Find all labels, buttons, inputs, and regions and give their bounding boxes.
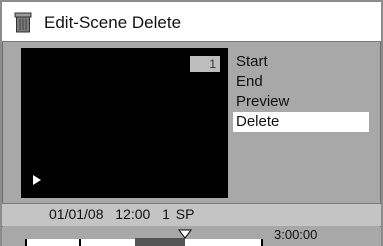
status-bar: 01/01/08 12:00 1 SP xyxy=(2,203,381,226)
video-preview: 1 xyxy=(21,48,228,198)
play-icon xyxy=(33,175,41,185)
timeline-bar: 3:00:00 xyxy=(2,227,381,246)
selected-segment xyxy=(135,238,185,246)
status-date: 01/01/08 xyxy=(49,206,104,222)
position-marker-icon xyxy=(178,229,192,239)
menu-item-end[interactable]: End xyxy=(233,72,369,92)
menu-item-preview[interactable]: Preview xyxy=(233,92,369,112)
status-text: 01/01/08 12:00 1 SP xyxy=(49,206,194,222)
status-mode: 1 SP xyxy=(162,206,195,222)
menu-item-start[interactable]: Start xyxy=(233,52,369,72)
window-title: Edit-Scene Delete xyxy=(44,13,182,32)
total-duration: 3:00:00 xyxy=(274,227,318,242)
menu-item-delete[interactable]: Delete xyxy=(233,112,369,132)
scene-number-badge: 1 xyxy=(190,56,220,72)
title-bar: Edit-Scene Delete xyxy=(2,2,381,42)
edit-menu: Start End Preview Delete xyxy=(233,52,369,132)
timeline-tick xyxy=(79,239,81,246)
timeline-tick xyxy=(261,239,263,246)
trash-can-icon xyxy=(14,12,32,33)
timeline-tick xyxy=(25,239,27,246)
status-time: 12:00 xyxy=(115,206,151,222)
